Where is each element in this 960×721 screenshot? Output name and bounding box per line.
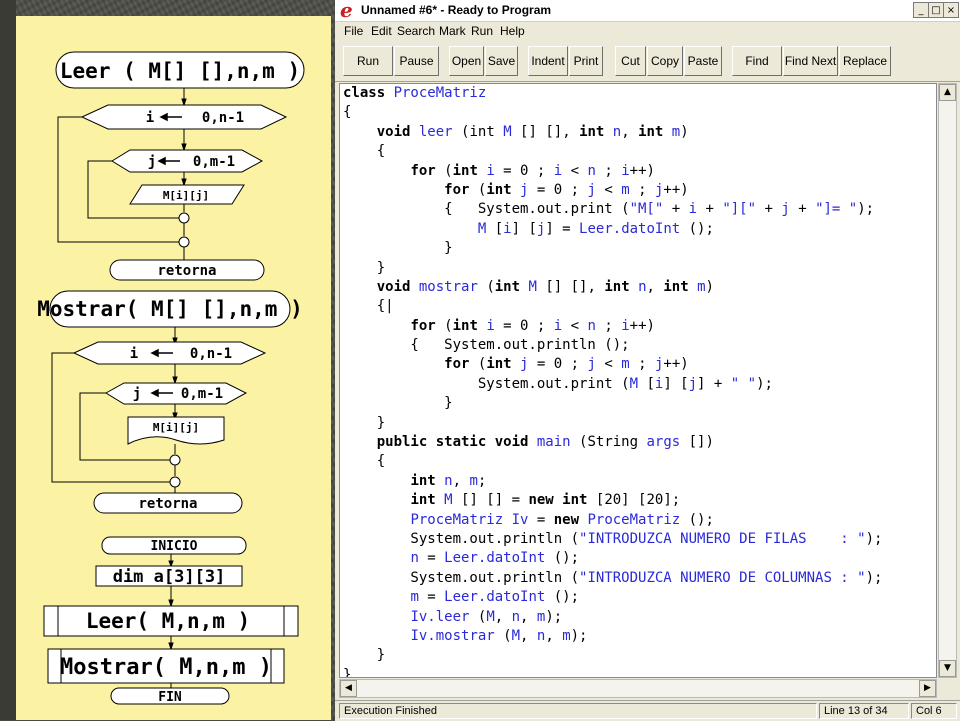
- cut-button[interactable]: Cut: [615, 46, 646, 76]
- code-line[interactable]: ProceMatriz Iv = new ProceMatriz ();: [343, 511, 882, 530]
- code-line[interactable]: public static void main (String args []): [343, 433, 882, 452]
- start-text: INICIO: [151, 539, 198, 554]
- title-bar[interactable]: e Unnamed #6* - Ready to Program _ □ ×: [335, 0, 960, 22]
- menu-help[interactable]: Help: [500, 24, 525, 38]
- mostrar-header-text: Mostrar( M[] [],n,m ): [37, 297, 303, 321]
- code-line[interactable]: class ProceMatriz: [343, 84, 882, 103]
- code-line[interactable]: }: [343, 394, 882, 413]
- code-line[interactable]: n = Leer.datoInt ();: [343, 549, 882, 568]
- app-logo-icon: e: [340, 0, 353, 22]
- code-editor[interactable]: class ProceMatriz{ void leer (int M [] […: [339, 83, 937, 678]
- code-line[interactable]: System.out.print (M [i] [j] + " ");: [343, 375, 882, 394]
- code-line[interactable]: {|: [343, 297, 882, 316]
- code-line[interactable]: { System.out.print ("M[" + i + "][" + j …: [343, 200, 882, 219]
- code-text[interactable]: class ProceMatriz{ void leer (int M [] […: [343, 84, 882, 677]
- scroll-down-icon[interactable]: ▼: [939, 660, 956, 677]
- code-line[interactable]: }: [343, 239, 882, 258]
- leer-loop-j-range: 0,m-1: [193, 154, 235, 170]
- status-line: Line 13 of 34: [819, 703, 909, 719]
- save-button[interactable]: Save: [485, 46, 518, 76]
- replace-button[interactable]: Replace: [839, 46, 891, 76]
- mostrar-loop-j-shape: [105, 382, 248, 405]
- code-line[interactable]: M [i] [j] = Leer.datoInt ();: [343, 220, 882, 239]
- paste-button[interactable]: Paste: [684, 46, 722, 76]
- mostrar-loop-i-var: i: [130, 346, 138, 362]
- mostrar-loop-i-range: 0,n-1: [190, 346, 232, 362]
- code-line[interactable]: }: [343, 666, 882, 677]
- scroll-left-icon[interactable]: ◀: [340, 680, 357, 697]
- leer-input-text: M[i][j]: [163, 189, 209, 202]
- code-line[interactable]: }: [343, 259, 882, 278]
- horizontal-scrollbar[interactable]: ◀ ▶: [339, 679, 937, 698]
- leer-loop-j-var: j: [148, 154, 156, 170]
- leer-loop-j-shape: [111, 149, 264, 173]
- code-line[interactable]: Iv.mostrar (M, n, m);: [343, 627, 882, 646]
- code-line[interactable]: for (int j = 0 ; j < m ; j++): [343, 355, 882, 374]
- flowchart-diagram: Leer ( M[] [],n,m ) i 0,n-1 j 0,m-1 M[i]…: [37, 51, 305, 705]
- window-title: Unnamed #6* - Ready to Program: [361, 3, 552, 17]
- menu-bar: File Edit Search Mark Run Help: [335, 22, 960, 41]
- editor-window: e Unnamed #6* - Ready to Program _ □ × F…: [335, 0, 960, 721]
- minimize-button[interactable]: _: [913, 2, 929, 18]
- print-button[interactable]: Print: [569, 46, 603, 76]
- background-strip: [0, 0, 16, 720]
- code-line[interactable]: m = Leer.datoInt ();: [343, 588, 882, 607]
- code-line[interactable]: for (int j = 0 ; j < m ; j++): [343, 181, 882, 200]
- leer-return-text: retorna: [157, 263, 216, 279]
- status-bar: Execution Finished Line 13 of 34 Col 6: [335, 700, 960, 721]
- menu-search[interactable]: Search: [397, 24, 435, 38]
- end-text: FIN: [158, 690, 182, 705]
- code-line[interactable]: int M [] [] = new int [20] [20];: [343, 491, 882, 510]
- mostrar-return-text: retorna: [138, 496, 197, 512]
- code-line[interactable]: }: [343, 414, 882, 433]
- mostrar-loop-j-range: 0,m-1: [181, 386, 223, 402]
- code-line[interactable]: for (int i = 0 ; i < n ; i++): [343, 162, 882, 181]
- scroll-right-icon[interactable]: ▶: [919, 680, 936, 697]
- code-line[interactable]: }: [343, 646, 882, 665]
- call-leer-text: Leer( M,n,m ): [86, 609, 250, 633]
- leer-loop-i-var: i: [146, 110, 154, 126]
- scroll-up-icon[interactable]: ▲: [939, 84, 956, 101]
- leer-header-text: Leer ( M[] [],n,m ): [60, 59, 300, 83]
- code-line[interactable]: void leer (int M [] [], int n, int m): [343, 123, 882, 142]
- menu-run[interactable]: Run: [471, 24, 493, 38]
- code-line[interactable]: System.out.println ("INTRODUZCA NUMERO D…: [343, 569, 882, 588]
- toolbar: Run Pause Open Save Indent Print Cut Cop…: [335, 41, 960, 82]
- flowchart-panel: Leer ( M[] [],n,m ) i 0,n-1 j 0,m-1 M[i]…: [16, 16, 331, 720]
- code-line[interactable]: {: [343, 452, 882, 471]
- pause-button[interactable]: Pause: [394, 46, 439, 76]
- status-message: Execution Finished: [339, 703, 817, 719]
- code-line[interactable]: for (int i = 0 ; i < n ; i++): [343, 317, 882, 336]
- indent-button[interactable]: Indent: [528, 46, 568, 76]
- mostrar-loop-j-var: j: [133, 386, 141, 402]
- copy-button[interactable]: Copy: [647, 46, 683, 76]
- menu-file[interactable]: File: [344, 24, 363, 38]
- menu-edit[interactable]: Edit: [371, 24, 392, 38]
- close-button[interactable]: ×: [943, 2, 959, 18]
- code-line[interactable]: {: [343, 142, 882, 161]
- status-column: Col 6: [911, 703, 957, 719]
- dim-text: dim a[3][3]: [113, 567, 226, 587]
- maximize-button[interactable]: □: [928, 2, 944, 18]
- find-button[interactable]: Find: [732, 46, 782, 76]
- code-line[interactable]: { System.out.println ();: [343, 336, 882, 355]
- code-line[interactable]: int n, m;: [343, 472, 882, 491]
- leer-loop-i-shape: [80, 104, 288, 130]
- leer-loop-i-range: 0,n-1: [202, 110, 244, 126]
- mostrar-output-text: M[i][j]: [153, 421, 199, 434]
- code-line[interactable]: Iv.leer (M, n, m);: [343, 608, 882, 627]
- code-line[interactable]: System.out.println ("INTRODUZCA NUMERO D…: [343, 530, 882, 549]
- run-button[interactable]: Run: [343, 46, 393, 76]
- code-line[interactable]: void mostrar (int M [] [], int n, int m): [343, 278, 882, 297]
- vertical-scrollbar[interactable]: ▲ ▼: [938, 83, 957, 678]
- menu-mark[interactable]: Mark: [439, 24, 466, 38]
- call-mostrar-text: Mostrar( M,n,m ): [60, 655, 272, 680]
- open-button[interactable]: Open: [449, 46, 484, 76]
- code-line[interactable]: {: [343, 103, 882, 122]
- find-next-button[interactable]: Find Next: [783, 46, 838, 76]
